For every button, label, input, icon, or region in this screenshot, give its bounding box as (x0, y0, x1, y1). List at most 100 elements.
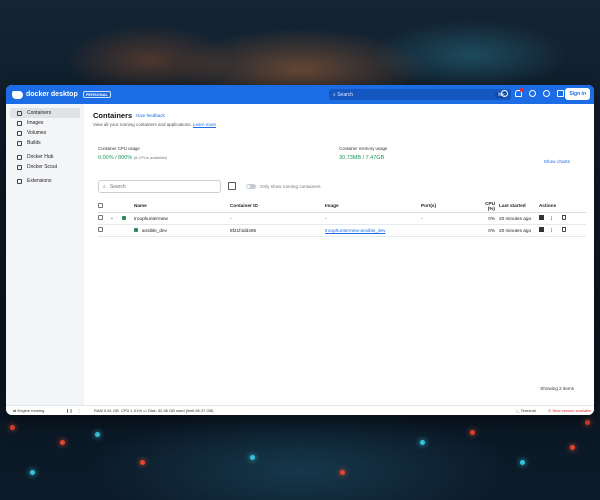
disk-usage-text: Disk: 32.96 GB used (limit 96.37 GB) (147, 408, 214, 413)
memory-usage-label: Container memory usage (339, 146, 388, 151)
containers-table: Name Container ID Image Port(s) CPU (%) … (98, 200, 586, 237)
column-toggle-icon[interactable] (228, 182, 236, 190)
more-icon[interactable]: ⋮ (77, 408, 81, 413)
sidebar-item-label: Docker Hub (27, 154, 54, 160)
sidebar-item-docker-scout[interactable]: Docker Scout (10, 162, 80, 172)
help-icon[interactable] (501, 90, 508, 97)
table-row[interactable]: ansible_dev 8f21f4dd496 troophuntermew-a… (98, 224, 586, 237)
notifications-icon[interactable] (515, 88, 524, 97)
sidebar-item-containers[interactable]: Containers (10, 108, 80, 118)
col-ports[interactable]: Port(s) (421, 200, 477, 213)
sidebar: Containers Images Volumes Builds Docker … (6, 104, 84, 405)
col-container-id[interactable]: Container ID (230, 200, 325, 213)
container-id: 8f21f4dd496 (230, 224, 325, 237)
logo-text: docker desktop (26, 91, 78, 98)
terminal-label: Terminal (520, 408, 536, 413)
give-feedback-link[interactable]: Give feedback (136, 113, 165, 118)
item-count: Showing 2 items (540, 386, 574, 391)
status-icon (134, 227, 138, 232)
sidebar-item-label: Containers (27, 110, 52, 116)
container-last-started: 20 minutes ago (499, 224, 539, 237)
page-subtitle: View all your running containers and app… (93, 122, 216, 127)
pause-icon[interactable]: ❙❙ (66, 408, 73, 413)
builds-icon (17, 140, 22, 146)
learn-more-link[interactable]: Learn more (193, 122, 216, 127)
cpu-available: (8 CPUs available) (133, 155, 168, 160)
sidebar-item-label: Builds (27, 140, 41, 146)
cpu-usage: CPU 1.01% (121, 408, 142, 413)
expand-chevron-icon[interactable]: ⌄ (110, 212, 122, 225)
volumes-icon (17, 130, 22, 136)
ram-usage: RAM 0.61 GB (94, 408, 119, 413)
titlebar: docker desktop PERSONAL ⌕ Search ⌘K Sign… (6, 85, 594, 104)
apps-grid-icon[interactable] (557, 90, 564, 97)
table-header: Name Container ID Image Port(s) CPU (%) … (98, 200, 586, 213)
select-all-checkbox[interactable] (98, 202, 103, 208)
edition-badge: PERSONAL (82, 91, 111, 98)
sidebar-item-extensions[interactable]: Extensions (10, 176, 80, 186)
new-version-notice[interactable]: ⊙ New version available (548, 408, 591, 413)
engine-status[interactable]: ⇄ Engine running (13, 408, 44, 413)
container-cpu: 0% (477, 224, 499, 237)
sign-in-button[interactable]: Sign in (565, 88, 590, 100)
col-actions: Actions (539, 200, 586, 213)
docker-whale-icon (12, 90, 23, 99)
sidebar-item-volumes[interactable]: Volumes (10, 128, 80, 138)
sidebar-item-builds[interactable]: Builds (10, 138, 80, 148)
status-icon (122, 215, 126, 220)
sidebar-item-docker-hub[interactable]: Docker Hub (10, 152, 80, 162)
docker-scout-icon (17, 164, 22, 170)
col-cpu[interactable]: CPU (%) (477, 200, 499, 213)
terminal-button[interactable]: ›_ Terminal (516, 408, 536, 413)
docker-desktop-window: docker desktop PERSONAL ⌕ Search ⌘K Sign… (6, 85, 594, 415)
more-actions-icon[interactable]: ⋮ (549, 216, 554, 221)
container-search-placeholder: Search (109, 183, 126, 190)
settings-gear-icon[interactable] (543, 90, 550, 97)
extensions-marketplace-icon[interactable] (529, 90, 536, 97)
table-row[interactable]: ⌄ troophuntermew - - - 0% 20 minutes ago… (98, 212, 586, 225)
global-search[interactable]: ⌕ Search ⌘K (329, 89, 511, 100)
disk-usage: ▭ Disk: 32.96 GB used (limit 96.37 GB) (143, 408, 213, 413)
sidebar-item-label: Volumes (27, 130, 47, 136)
container-ports: - (421, 212, 477, 225)
col-name[interactable]: Name (134, 200, 230, 213)
cpu-usage-value: 0.00% / 800% (8 CPUs available) (98, 155, 167, 161)
delete-icon[interactable] (561, 226, 566, 232)
docker-logo: docker desktop PERSONAL (12, 90, 111, 99)
search-icon: ⌕ (103, 183, 106, 190)
stop-icon[interactable] (539, 214, 544, 220)
container-name[interactable]: troophuntermew (134, 212, 230, 225)
extensions-icon (17, 178, 22, 184)
container-id: - (230, 212, 325, 225)
col-last-started[interactable]: Last started (499, 200, 539, 213)
new-version-label: New version available (552, 408, 592, 413)
stop-icon[interactable] (539, 226, 544, 232)
container-name-text: ansible_dev (141, 227, 167, 233)
col-image[interactable]: Image (325, 200, 421, 213)
container-image-link[interactable]: troophuntermew-ansible_dev (325, 228, 385, 233)
cpu-usage-label: Container CPU usage (98, 146, 140, 151)
row-checkbox[interactable] (98, 215, 103, 220)
subtitle-text: View all your running containers and app… (93, 122, 192, 127)
sidebar-item-label: Docker Scout (27, 164, 58, 170)
toggle-label: Only show running containers (260, 184, 321, 189)
cpu-usage-number: 0.00% / 800% (98, 155, 133, 161)
memory-usage-value: 30.73MB / 7.47GB (339, 155, 385, 161)
page-title: Containers (93, 111, 133, 120)
main-content: Containers Give feedback View all your r… (93, 104, 586, 405)
container-last-started: 20 minutes ago (499, 212, 539, 225)
row-checkbox[interactable] (98, 227, 103, 232)
sidebar-item-label: Extensions (27, 178, 52, 184)
more-actions-icon[interactable]: ⋮ (549, 228, 554, 233)
container-name[interactable]: ansible_dev (134, 224, 230, 237)
container-ports (421, 224, 477, 237)
show-charts-link[interactable]: Show charts (544, 160, 570, 165)
container-search-input[interactable]: ⌕ Search (98, 180, 221, 193)
delete-icon[interactable] (561, 214, 566, 220)
running-only-toggle[interactable] (246, 184, 256, 189)
images-icon (17, 120, 22, 126)
container-cpu: 0% (477, 212, 499, 225)
sidebar-item-label: Images (27, 120, 44, 126)
sidebar-item-images[interactable]: Images (10, 118, 80, 128)
notification-badge (520, 88, 524, 92)
